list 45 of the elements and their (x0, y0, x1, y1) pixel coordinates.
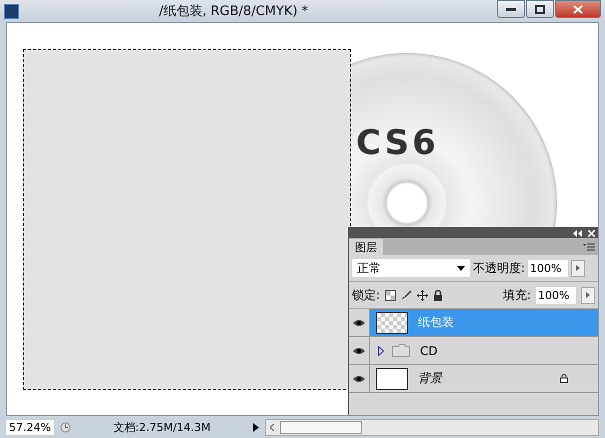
lock-label: 锁定: (352, 286, 380, 304)
move-icon[interactable] (417, 290, 428, 300)
status-menu-button[interactable] (252, 422, 259, 432)
right-triangle-icon (252, 422, 259, 432)
eye-icon[interactable] (353, 374, 365, 382)
horizontal-scrollbar[interactable] (264, 418, 599, 436)
right-arrow-icon (586, 292, 590, 298)
app-icon (4, 4, 19, 18)
fill-arrow-button[interactable] (581, 286, 595, 304)
minimize-icon (506, 8, 516, 10)
window-title: /纸包装, RGB/8/CMYK) * (159, 3, 308, 20)
right-arrow-icon (576, 265, 580, 271)
lock-transparency-icon[interactable] (385, 290, 396, 300)
folder-icon (392, 344, 410, 357)
layer-name: 背景 (418, 370, 442, 387)
maximize-icon (535, 4, 545, 14)
layers-tab[interactable]: 图层 (349, 239, 383, 255)
fill-field[interactable]: 100% (536, 286, 576, 304)
lock-icon[interactable] (433, 290, 444, 300)
dropdown-caret-icon (457, 266, 465, 270)
eye-icon[interactable] (353, 346, 365, 354)
fill-label: 填充: (502, 286, 531, 304)
layer-thumbnail (376, 368, 408, 390)
panel-menu-icon[interactable] (583, 242, 595, 250)
artwork-text: CS6 (356, 123, 439, 163)
layer-name: CD (420, 344, 438, 358)
close-icon[interactable] (588, 230, 595, 236)
layer-name: 纸包装 (418, 314, 454, 331)
layer-row[interactable]: 背景 (349, 365, 598, 393)
eye-icon[interactable] (353, 318, 365, 326)
document-size: 文档:2.75M/14.3M (112, 420, 212, 434)
minimize-button[interactable] (497, 0, 525, 18)
close-button[interactable] (555, 0, 601, 18)
opacity-label: 不透明度: (473, 260, 526, 276)
close-icon (573, 4, 583, 14)
layer-thumbnail (376, 312, 408, 334)
opacity-arrow-button[interactable] (571, 260, 586, 276)
brush-icon[interactable] (401, 290, 412, 300)
layer-row[interactable]: CD (349, 337, 598, 365)
blend-mode-dropdown[interactable]: 正常 (352, 259, 470, 277)
zoom-level[interactable]: 57.24% (6, 420, 54, 434)
opacity-field[interactable]: 100% (528, 260, 568, 276)
expand-arrow-icon[interactable] (378, 346, 384, 356)
maximize-button[interactable] (526, 0, 554, 18)
status-icon[interactable] (60, 422, 71, 432)
